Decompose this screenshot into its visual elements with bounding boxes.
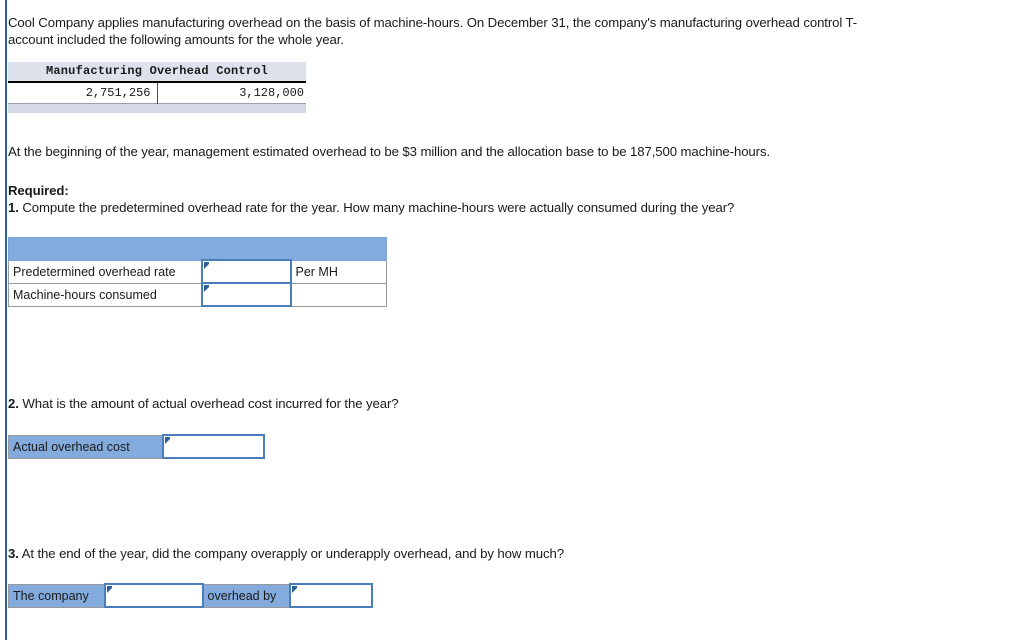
manufacturing-overhead-control-taccount: Manufacturing Overhead Control 2,751,256… [8, 62, 306, 113]
the-company-label: The company [8, 583, 105, 608]
overapply-underapply-input[interactable] [103, 583, 204, 608]
table-row: Machine-hours consumed [8, 282, 387, 307]
question-2-body: What is the amount of actual overhead co… [18, 396, 399, 411]
table-row: The company overhead by [8, 583, 373, 608]
question-1-number: 1. [8, 200, 19, 215]
taccount-debit-amount: 2,751,256 [8, 82, 158, 104]
q1-row-0-label: Predetermined overhead rate [8, 259, 202, 284]
machine-hours-consumed-input[interactable] [200, 282, 292, 307]
estimate-paragraph: At the beginning of the year, management… [8, 144, 771, 159]
required-heading: Required: [8, 183, 69, 198]
intro-paragraph: Cool Company applies manufacturing overh… [8, 15, 858, 47]
taccount-header-row: Manufacturing Overhead Control [8, 62, 306, 83]
table-row-header [8, 237, 387, 261]
overhead-by-label: overhead by [202, 583, 290, 608]
question-3-body: At the end of the year, did the company … [18, 546, 564, 561]
question-2-number: 2. [8, 396, 19, 411]
table-row: Predetermined overhead rate Per MH [8, 259, 387, 284]
overhead-amount-input[interactable] [288, 583, 373, 608]
actual-overhead-cost-input[interactable] [161, 434, 265, 459]
predetermined-overhead-rate-input[interactable] [200, 259, 292, 284]
question-1-answer-table: Predetermined overhead rate Per MH Machi… [8, 237, 387, 307]
actual-overhead-cost-label: Actual overhead cost [8, 434, 163, 459]
question-1-text: 1. Compute the predetermined overhead ra… [8, 199, 1014, 216]
taccount-footer-left [8, 103, 157, 113]
question-pane: Cool Company applies manufacturing overh… [8, 0, 1014, 608]
q1-row-1-unit [290, 282, 387, 307]
question-3-number: 3. [8, 546, 19, 561]
question-3-text: 3. At the end of the year, did the compa… [8, 545, 1014, 562]
q1-header-band [8, 237, 387, 261]
question-3-answer-table: The company overhead by [8, 583, 373, 608]
taccount-amounts-row: 2,751,256 3,128,000 [8, 82, 306, 104]
taccount-footer-row [8, 103, 306, 113]
table-row: Actual overhead cost [8, 434, 265, 459]
taccount-title: Manufacturing Overhead Control [8, 62, 306, 83]
question-2-answer-table: Actual overhead cost [8, 434, 265, 459]
taccount-footer-right [157, 103, 306, 113]
q1-row-0-unit: Per MH [290, 259, 387, 284]
question-2-text: 2. What is the amount of actual overhead… [8, 395, 1014, 412]
taccount-credit-amount: 3,128,000 [157, 82, 306, 104]
left-margin-rule [5, 0, 7, 640]
q1-row-1-label: Machine-hours consumed [8, 282, 202, 307]
question-1-body: Compute the predetermined overhead rate … [18, 200, 735, 215]
